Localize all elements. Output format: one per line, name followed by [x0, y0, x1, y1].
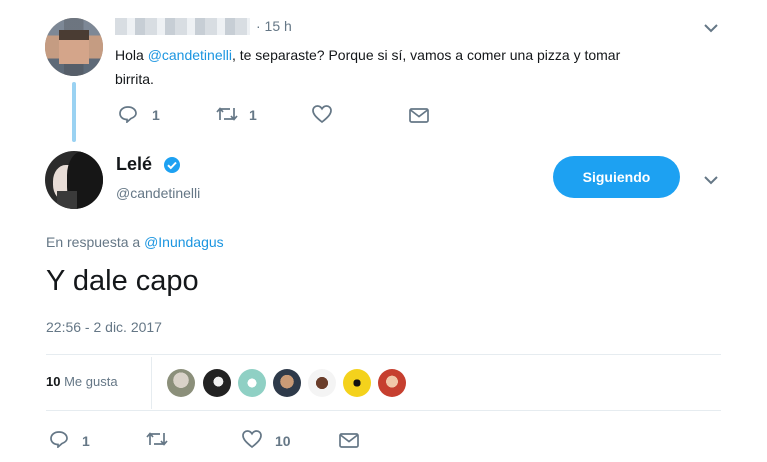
pixelated-avatar[interactable] — [45, 18, 103, 76]
reply-prefix: En respuesta a — [46, 234, 145, 250]
retweet-icon[interactable] — [145, 430, 169, 448]
heart-icon[interactable] — [241, 429, 263, 449]
reply-count: 1 — [152, 107, 160, 123]
tweet-time[interactable]: · 15 h — [256, 18, 292, 34]
author-avatar[interactable] — [45, 151, 103, 209]
following-button[interactable]: Siguiendo — [553, 156, 680, 198]
likes-label: Me gusta — [64, 374, 118, 389]
liker-avatar[interactable] — [273, 369, 301, 397]
reply-icon[interactable] — [49, 430, 69, 448]
reply-icon[interactable] — [118, 105, 138, 123]
author-handle[interactable]: @candetinelli — [116, 185, 200, 201]
text-part: , te separaste? Porque si sí, vamos a co… — [231, 47, 621, 63]
text-part: Hola — [115, 47, 148, 63]
mention-link[interactable]: @candetinelli — [148, 47, 232, 63]
likes-count: 10 — [46, 374, 61, 389]
liker-avatar[interactable] — [238, 369, 266, 397]
verified-icon — [163, 156, 181, 174]
tweet-timestamp[interactable]: 22:56 - 2 dic. 2017 — [46, 319, 162, 335]
divider — [46, 354, 721, 355]
heart-icon[interactable] — [311, 104, 333, 124]
dm-icon[interactable] — [408, 106, 430, 124]
liker-avatar[interactable] — [308, 369, 336, 397]
blurred-username[interactable] — [115, 18, 250, 35]
retweet-count: 1 — [249, 107, 257, 123]
liker-avatar[interactable] — [203, 369, 231, 397]
divider — [46, 410, 721, 411]
chevron-down-icon[interactable] — [702, 173, 720, 187]
thread-line — [72, 82, 76, 142]
chevron-down-icon[interactable] — [702, 21, 720, 35]
liker-avatar[interactable] — [167, 369, 195, 397]
divider-vertical — [151, 357, 152, 409]
author-name[interactable]: Lelé — [116, 154, 152, 175]
retweet-icon[interactable] — [215, 105, 239, 123]
likes-stat[interactable]: 10 Me gusta — [46, 374, 118, 389]
tweet-text: Hola @candetinelli, te separaste? Porque… — [115, 43, 725, 91]
reply-count: 1 — [82, 433, 90, 449]
reply-to-link[interactable]: @Inundagus — [144, 234, 224, 250]
text-part: birrita. — [115, 71, 154, 87]
in-reply-to: En respuesta a @Inundagus — [46, 234, 224, 250]
like-count: 10 — [275, 433, 291, 449]
liker-avatar[interactable] — [343, 369, 371, 397]
liker-avatar[interactable] — [378, 369, 406, 397]
main-tweet-text: Y dale capo — [46, 265, 199, 297]
dm-icon[interactable] — [338, 431, 360, 449]
